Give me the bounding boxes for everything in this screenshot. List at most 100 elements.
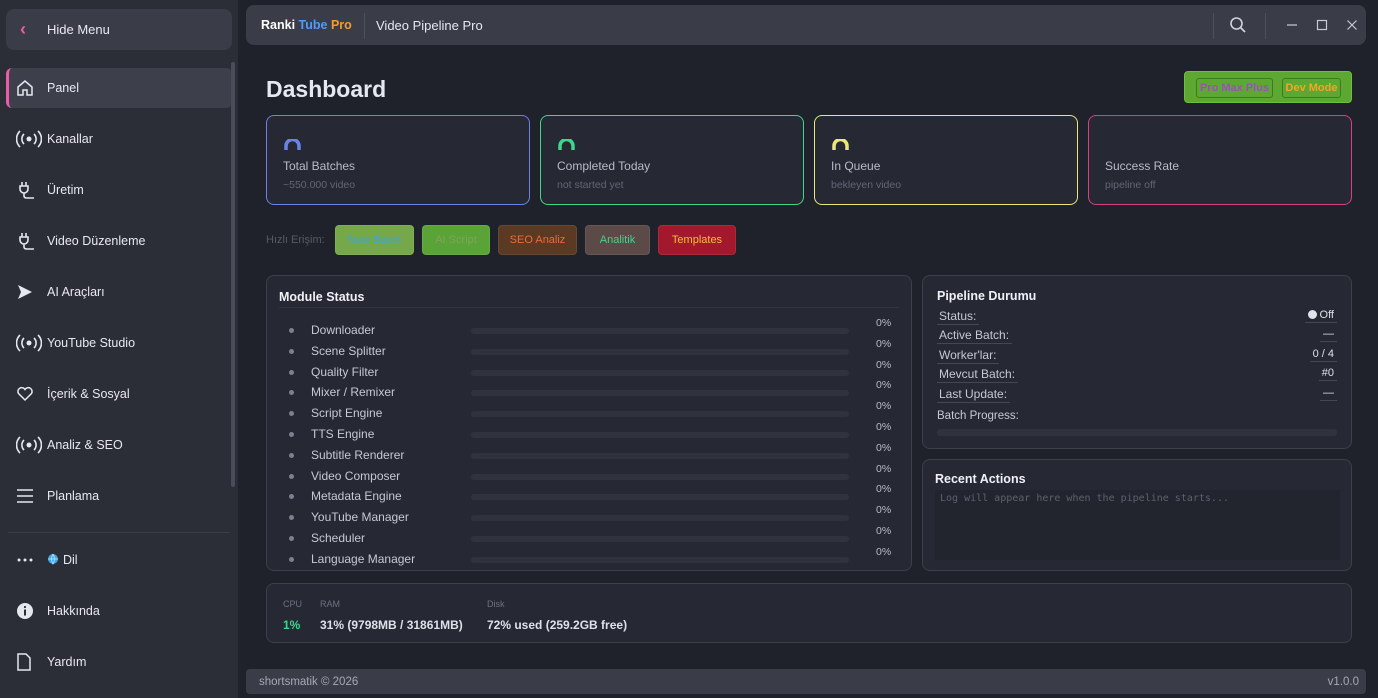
pipeline-active-batch-row: Active Batch: — — [937, 328, 1337, 344]
stat-sub: pipeline off — [1105, 179, 1156, 191]
sidebar-item-uretim[interactable]: Üretim — [6, 170, 232, 210]
sidebar-item-video-duzenleme[interactable]: Video Düzenleme — [6, 221, 232, 261]
panel-title: Pipeline Durumu — [937, 289, 1037, 303]
module-percent: 0% — [876, 504, 892, 517]
main-content: Dashboard Pro Max Plus Dev Mode Total Ba… — [246, 52, 1366, 664]
gauge-icon — [832, 139, 849, 150]
new-batch-button[interactable]: New Batch — [335, 225, 414, 255]
module-progress-bar — [471, 390, 849, 397]
module-status-panel: Module Status Downloader 0% Scene Splitter… — [266, 275, 912, 571]
sidebar-item-analiz-seo[interactable]: Analiz & SEO — [6, 425, 232, 465]
stat-card-success-rate: Success Rate pipeline off — [1088, 115, 1352, 205]
module-name: Quality Filter — [311, 364, 379, 379]
module-name: Metadata Engine — [311, 489, 402, 504]
sidebar-item-yardim[interactable]: Yardım — [6, 642, 232, 682]
module-percent: 0% — [876, 337, 892, 350]
status-dot-icon — [289, 348, 294, 354]
version-text: v1.0.0 — [1327, 676, 1359, 688]
stat-sub: ~550.000 video — [283, 179, 356, 191]
sidebar-item-dil[interactable]: Dil — [6, 540, 232, 580]
sidebar-item-youtube-studio[interactable]: YouTube Studio — [6, 323, 232, 363]
status-badge: Off — [1304, 309, 1337, 323]
maximize-icon[interactable] — [1312, 15, 1332, 35]
status-dot-icon — [289, 536, 294, 541]
app-title: Video Pipeline Pro — [376, 18, 483, 33]
stat-label: Total Batches — [283, 159, 356, 173]
cpu-label: CPU — [283, 599, 303, 609]
sidebar: ‹ Hide Menu Panel Kanallar Üretim Video … — [0, 0, 238, 698]
module-name: Downloader — [311, 323, 376, 337]
module-name: Scheduler — [311, 531, 366, 545]
module-percent: 0% — [876, 441, 892, 454]
stat-label: Completed Today — [557, 159, 651, 173]
divider — [8, 532, 230, 533]
sidebar-item-label: Hakkında — [47, 604, 100, 618]
status-bar: shortsmatik © 2026 v1.0.0 — [246, 669, 1366, 694]
module-progress-bar — [471, 348, 849, 355]
sidebar-item-kanallar[interactable]: Kanallar — [6, 119, 232, 159]
sidebar-item-label: Panel — [47, 81, 79, 95]
status-dot-icon — [289, 390, 294, 396]
page-title: Dashboard — [266, 76, 387, 102]
log-output[interactable]: Log will appear here when the pipeline s… — [935, 490, 1340, 560]
search-icon[interactable] — [1228, 15, 1248, 35]
sidebar-item-ai-araclari[interactable]: AI Araçları — [6, 272, 232, 312]
module-name: Language Manager — [311, 551, 416, 566]
pipeline-last-update-row: Last Update: — — [937, 387, 1337, 403]
status-dot-icon — [289, 515, 294, 521]
sidebar-item-planlama[interactable]: Planlama — [6, 476, 232, 516]
module-progress-bar — [471, 452, 849, 459]
module-name: Subtitle Renderer — [311, 447, 405, 462]
module-row: Downloader 0% — [287, 317, 897, 340]
more-icon — [16, 557, 47, 563]
heart-icon — [16, 385, 47, 403]
module-name: TTS Engine — [311, 427, 375, 441]
status-dot-icon — [289, 473, 294, 479]
sidebar-item-label: YouTube Studio — [47, 336, 136, 350]
ai-script-button[interactable]: AI Script — [422, 225, 490, 255]
hide-menu-button[interactable]: ‹ Hide Menu — [6, 9, 232, 50]
status-dot-icon — [289, 369, 294, 375]
batch-progress-bar — [937, 429, 1337, 436]
analitik-button[interactable]: Analitik — [585, 225, 650, 255]
minimize-icon[interactable] — [1282, 15, 1302, 35]
pipeline-status-row: Status: Off — [937, 309, 1337, 325]
module-row: Subtitle Renderer 0% — [287, 442, 897, 465]
system-stats-panel: CPU 1% RAM 31% (9798MB / 31861MB) Disk 7… — [266, 583, 1352, 643]
sidebar-scrollbar[interactable] — [231, 62, 235, 487]
module-progress-bar — [471, 536, 849, 542]
sidebar-item-panel[interactable]: Panel — [6, 68, 232, 108]
module-row: Scheduler 0% — [287, 525, 897, 548]
module-row: Script Engine 0% — [287, 400, 897, 423]
broadcast-icon — [16, 436, 47, 454]
module-percent: 0% — [876, 483, 892, 496]
divider — [1213, 13, 1214, 39]
chevron-left-icon: ‹ — [20, 19, 26, 39]
sidebar-item-hakkinda[interactable]: Hakkında — [6, 591, 232, 631]
globe-icon — [47, 553, 63, 568]
module-percent: 0% — [876, 545, 892, 558]
status-dot-icon — [1307, 310, 1317, 319]
seo-analiz-button[interactable]: SEO Analiz — [498, 225, 577, 255]
broadcast-icon — [16, 334, 47, 352]
sidebar-item-icerik-sosyal[interactable]: İçerik & Sosyal — [6, 374, 232, 414]
module-progress-bar — [471, 328, 849, 334]
sidebar-item-label: Kanallar — [47, 132, 93, 146]
info-icon — [16, 602, 47, 620]
module-progress-bar — [471, 494, 849, 501]
module-row: Scene Splitter 0% — [287, 338, 897, 361]
module-percent: 0% — [876, 421, 892, 433]
broadcast-icon — [16, 130, 47, 148]
templates-button[interactable]: Templates — [658, 225, 736, 255]
pro-max-plus-button[interactable]: Pro Max Plus — [1196, 78, 1273, 98]
stat-card-completed-today: Completed Today not started yet — [540, 115, 804, 205]
module-percent: 0% — [876, 400, 892, 413]
dev-mode-button[interactable]: Dev Mode — [1282, 78, 1341, 98]
module-progress-bar — [471, 473, 849, 480]
module-name: Script Engine — [311, 406, 383, 421]
close-icon[interactable] — [1342, 15, 1362, 35]
divider — [1265, 13, 1266, 39]
status-dot-icon — [289, 494, 294, 500]
sidebar-item-label: Yardım — [47, 655, 87, 669]
status-dot-icon — [289, 452, 294, 458]
